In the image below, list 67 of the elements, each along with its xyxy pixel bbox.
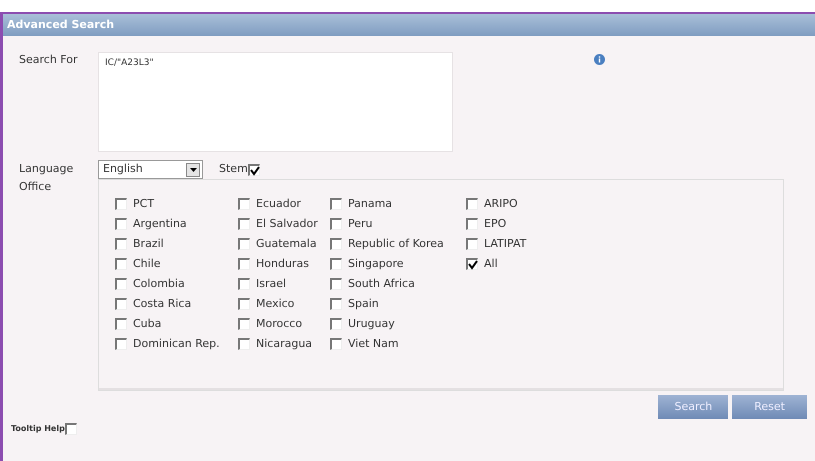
language-select[interactable]: English	[98, 160, 203, 179]
checkbox-label: EPO	[484, 216, 506, 232]
checkbox[interactable]	[466, 198, 478, 210]
checkbox-label: Argentina	[133, 216, 187, 232]
checkbox-label: Singapore	[348, 256, 404, 272]
checkbox-label: Dominican Rep.	[133, 336, 220, 352]
checkbox[interactable]	[238, 238, 250, 250]
checkbox-label: ARIPO	[484, 196, 518, 212]
checkbox-label: Uruguay	[348, 316, 395, 332]
checkbox-label: El Salvador	[256, 216, 318, 232]
checkbox[interactable]	[330, 258, 342, 270]
checkbox[interactable]	[330, 298, 342, 310]
field-label: Search For	[18, 52, 78, 68]
checkbox-label: PCT	[133, 196, 154, 212]
checkbox-label: South Africa	[348, 276, 415, 292]
checkbox-label: Ecuador	[256, 196, 301, 212]
checkbox[interactable]	[115, 298, 127, 310]
checkbox-label: Israel	[256, 276, 286, 292]
checkbox-label: Brazil	[133, 236, 164, 252]
checkbox[interactable]	[466, 218, 478, 230]
checkbox-label: Morocco	[256, 316, 302, 332]
checkbox[interactable]	[64, 423, 77, 435]
checkbox[interactable]	[238, 278, 250, 290]
checkbox[interactable]	[466, 258, 478, 270]
checkbox-label: LATIPAT	[484, 236, 526, 252]
field-label: Office	[18, 179, 52, 195]
info-icon[interactable]	[594, 54, 605, 65]
checkbox-label: Nicaragua	[256, 336, 312, 352]
checkbox[interactable]	[330, 338, 342, 350]
checkbox[interactable]	[238, 258, 250, 270]
checkbox[interactable]	[115, 258, 127, 270]
checkbox[interactable]	[330, 318, 342, 330]
checkbox[interactable]	[115, 198, 127, 210]
field-label: Language	[18, 161, 74, 178]
checkbox[interactable]	[330, 198, 342, 210]
checkbox-label: Honduras	[256, 256, 309, 272]
checkbox-label: Cuba	[133, 316, 162, 332]
checkbox[interactable]	[115, 338, 127, 350]
checkbox[interactable]	[238, 338, 250, 350]
checkbox[interactable]	[115, 238, 127, 250]
search-textarea[interactable]: IC/"A23L3"	[98, 52, 453, 152]
checkbox-label: Chile	[133, 256, 161, 272]
checkbox[interactable]	[330, 218, 342, 230]
window-title: Advanced Search	[3, 14, 815, 36]
checkbox[interactable]	[115, 278, 127, 290]
checkbox-label: Guatemala	[256, 236, 317, 252]
checkbox-label: Panama	[348, 196, 392, 212]
checkbox[interactable]	[115, 218, 127, 230]
checkbox[interactable]	[115, 318, 127, 330]
checkbox[interactable]	[466, 238, 478, 250]
checkbox[interactable]	[238, 298, 250, 310]
checkbox[interactable]	[238, 318, 250, 330]
field-label: Stem	[219, 161, 248, 178]
checkbox[interactable]	[330, 238, 342, 250]
checkbox[interactable]	[248, 164, 260, 176]
checkbox-label: Peru	[348, 216, 373, 232]
checkbox-label: Costa Rica	[133, 296, 192, 312]
checkbox-label: Viet Nam	[348, 336, 399, 352]
checkbox[interactable]	[238, 218, 250, 230]
checkbox-label: Mexico	[256, 296, 294, 312]
checkbox-label: Colombia	[133, 276, 185, 292]
checkbox[interactable]	[330, 278, 342, 290]
checkbox[interactable]	[238, 198, 250, 210]
checkbox-label: Republic of Korea	[348, 236, 444, 252]
checkbox-label: Spain	[348, 296, 379, 312]
field-label: Tooltip Help	[11, 423, 65, 435]
checkbox-label: All	[484, 256, 498, 272]
